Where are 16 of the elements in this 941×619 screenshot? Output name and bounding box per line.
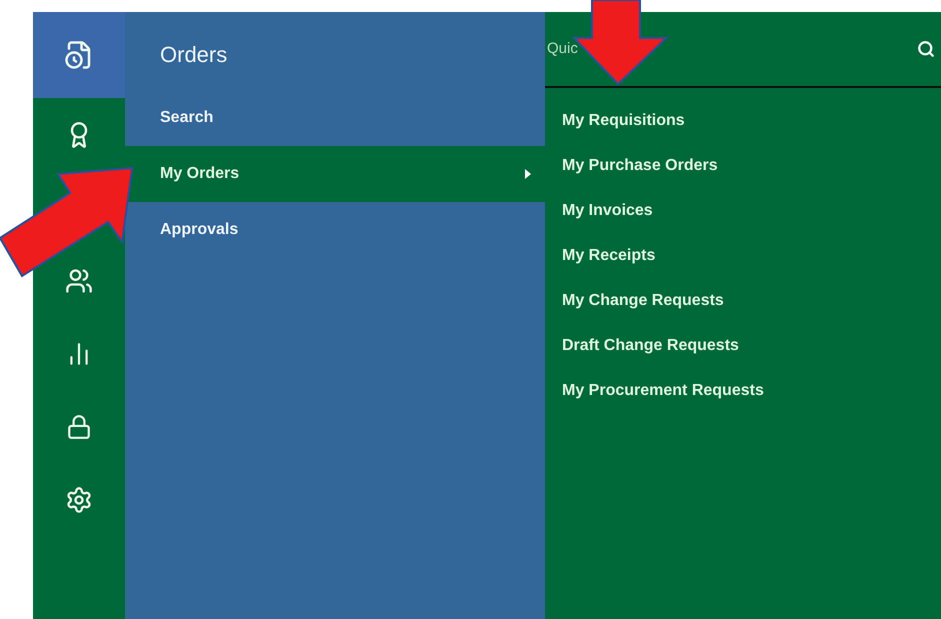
submenu-item[interactable]: My Receipts (545, 233, 941, 278)
settings-icon (65, 486, 93, 514)
lock-icon (66, 414, 92, 440)
submenu-item[interactable]: My Invoices (545, 188, 941, 233)
submenu-item[interactable]: My Change Requests (545, 278, 941, 323)
search-field[interactable]: Quic (547, 38, 917, 60)
submenu-item[interactable]: My Procurement Requests (545, 368, 941, 413)
search-icon (917, 40, 935, 58)
submenu-item[interactable]: My Purchase Orders (545, 143, 941, 188)
submenu-item[interactable]: My Requisitions (545, 98, 941, 143)
people-icon (65, 266, 93, 294)
menu-title: Orders (159, 41, 228, 69)
rail-button[interactable] (33, 12, 125, 98)
menu-item[interactable]: My Orders (125, 146, 545, 202)
caret-icon (525, 169, 531, 179)
submenu-item[interactable]: Draft Change Requests (545, 323, 941, 368)
